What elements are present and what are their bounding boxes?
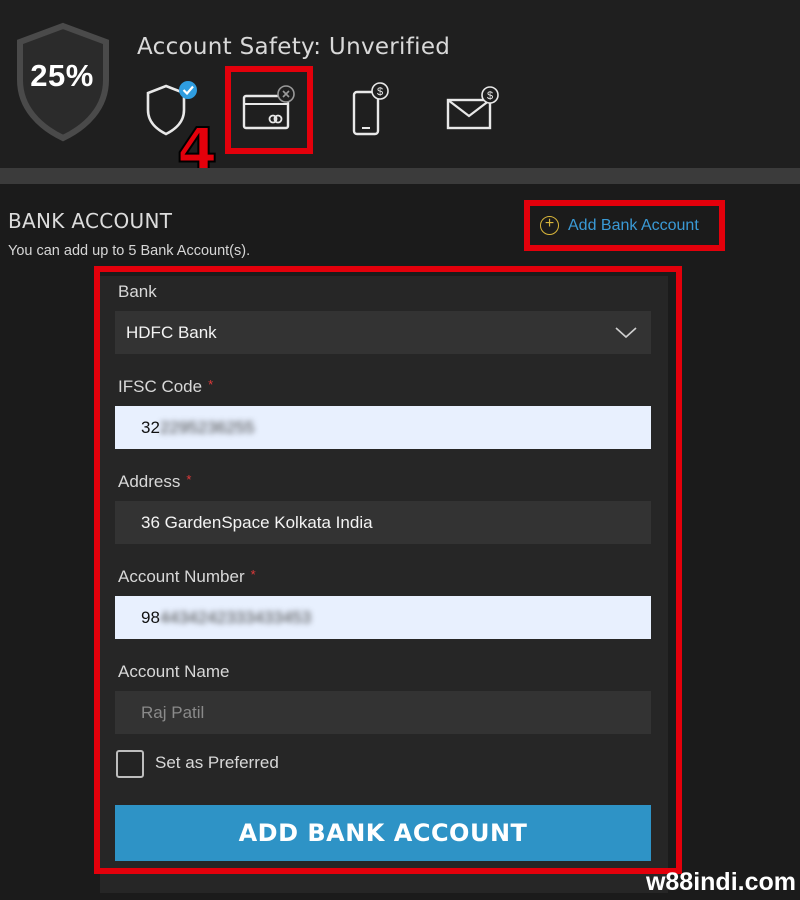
email-dollar-icon[interactable]: $ <box>446 82 506 132</box>
set-preferred-checkbox[interactable] <box>116 750 144 778</box>
account-number-visible: 98 <box>141 607 160 627</box>
bank-select-value: HDFC Bank <box>126 322 217 342</box>
svg-text:$: $ <box>377 86 383 98</box>
bank-account-heading: BANK ACCOUNT <box>8 209 173 233</box>
header-divider <box>0 168 800 184</box>
bank-account-limit-note: You can add up to 5 Bank Account(s). <box>8 243 251 259</box>
bank-select[interactable]: HDFC Bank <box>115 311 651 354</box>
ifsc-label-text: IFSC Code <box>118 377 203 396</box>
add-bank-account-link-label: Add Bank Account <box>568 216 699 234</box>
bank-label: Bank <box>118 282 157 301</box>
set-preferred-label[interactable]: Set as Preferred <box>155 753 279 773</box>
ifsc-value-masked: 2295236255 <box>159 417 255 437</box>
site-watermark: w88indi.com <box>645 868 796 896</box>
account-name-label: Account Name <box>118 662 230 681</box>
account-name-value: Raj Patil <box>141 702 205 722</box>
account-number-input[interactable]: 98 4434242333433453 <box>115 596 651 639</box>
required-asterisk: * <box>250 567 256 582</box>
address-value: 36 GardenSpace Kolkata India <box>141 512 373 532</box>
address-label-text: Address <box>118 472 181 491</box>
account-number-label-text: Account Number <box>118 567 245 586</box>
address-input[interactable]: 36 GardenSpace Kolkata India <box>115 501 651 544</box>
account-number-label: Account Number * <box>118 567 256 587</box>
ifsc-label: IFSC Code * <box>118 377 213 397</box>
bank-card-highlight <box>225 66 313 154</box>
account-name-field: Raj Patil <box>115 691 651 734</box>
add-bank-account-link[interactable]: + Add Bank Account <box>524 200 725 251</box>
safety-percentage: 25% <box>30 58 94 93</box>
ifsc-input[interactable]: 32 2295236255 <box>115 406 651 449</box>
svg-text:$: $ <box>487 90 493 102</box>
safety-status-title: Account Safety: Unverified <box>137 34 451 60</box>
account-number-masked: 4434242333433453 <box>159 607 312 627</box>
chevron-down-icon <box>615 326 637 338</box>
account-safety-panel <box>0 0 800 168</box>
ifsc-value-visible: 32 <box>141 417 160 437</box>
address-label: Address * <box>118 472 191 492</box>
required-asterisk: * <box>186 472 192 487</box>
add-bank-account-button[interactable]: ADD BANK ACCOUNT <box>115 805 651 861</box>
phone-dollar-icon[interactable]: $ <box>350 82 394 138</box>
plus-circle-icon: + <box>540 216 559 235</box>
required-asterisk: * <box>208 377 214 392</box>
